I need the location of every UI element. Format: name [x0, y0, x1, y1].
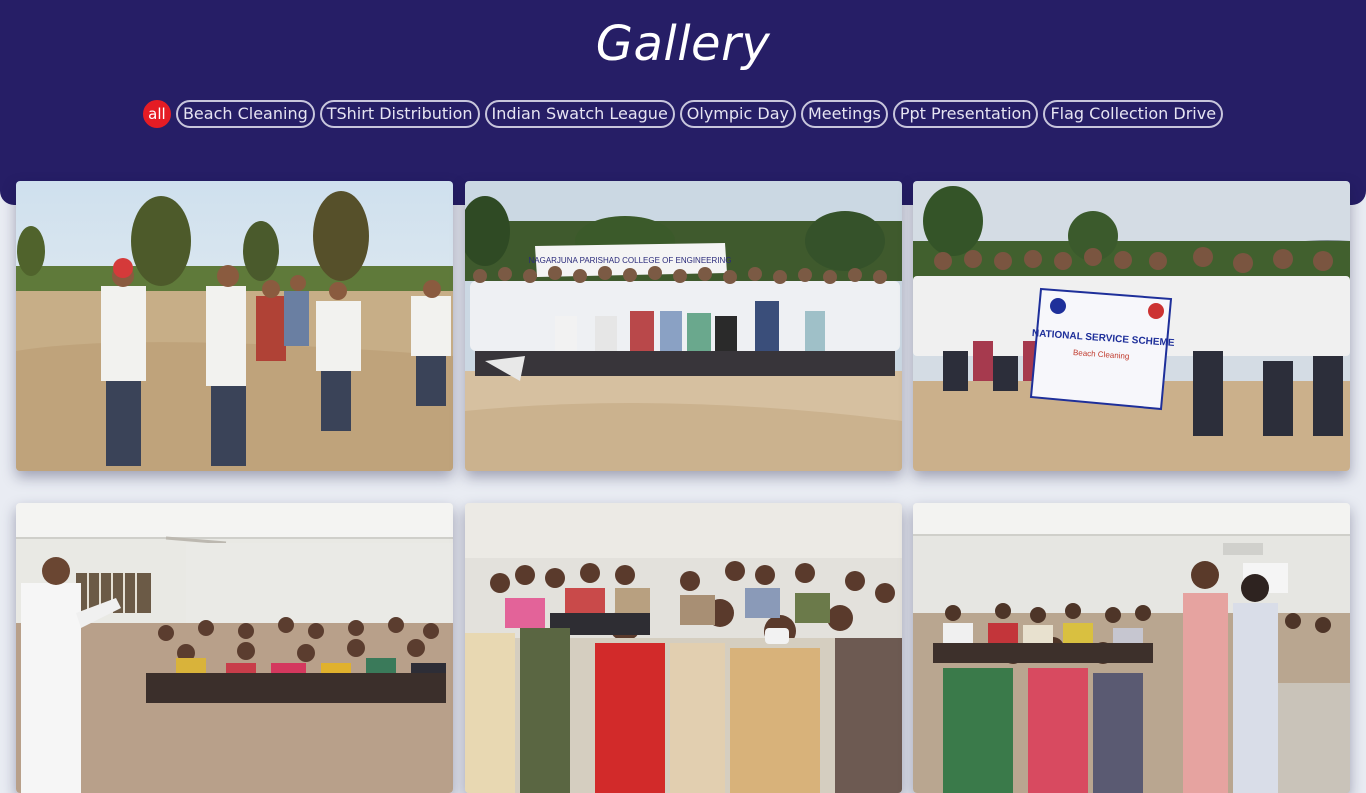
classroom-meeting-photo	[16, 503, 453, 793]
gallery-photo[interactable]	[16, 181, 453, 471]
filter-chip-indian-swatch-league[interactable]: Indian Swatch League	[484, 100, 675, 128]
banner-text: NAGARJUNA PARISHAD COLLEGE OF ENGINEERIN…	[528, 256, 731, 265]
gallery-header: Gallery all Beach Cleaning TShirt Distri…	[0, 0, 1366, 205]
students-seated-photo	[465, 503, 902, 793]
filter-chip-flag-collection-drive[interactable]: Flag Collection Drive	[1043, 100, 1224, 128]
gallery-photo[interactable]: NAGARJUNA PARISHAD COLLEGE OF ENGINEERIN…	[465, 181, 902, 471]
page-title: Gallery	[595, 16, 771, 72]
filter-chip-all[interactable]: all	[142, 100, 171, 128]
filter-chip-ppt-presentation[interactable]: Ppt Presentation	[892, 100, 1039, 128]
filter-chip-meetings[interactable]: Meetings	[800, 100, 888, 128]
filter-chip-beach-cleaning[interactable]: Beach Cleaning	[175, 100, 315, 128]
presentation-photo	[913, 503, 1350, 793]
filter-chip-tshirt-distribution[interactable]: TShirt Distribution	[319, 100, 480, 128]
filter-bar: all Beach Cleaning TShirt Distribution I…	[0, 100, 1366, 128]
nss-banner-photo: NATIONAL SERVICE SCHEME Beach Cleaning	[913, 181, 1350, 471]
gallery-photo[interactable]: NATIONAL SERVICE SCHEME Beach Cleaning	[913, 181, 1350, 471]
gallery-photo[interactable]	[913, 503, 1350, 793]
filter-chip-olympic-day[interactable]: Olympic Day	[679, 100, 796, 128]
gallery-photo[interactable]	[465, 503, 902, 793]
beach-cleaning-photo	[16, 181, 453, 471]
gallery-photo[interactable]	[16, 503, 453, 793]
beach-cleaning-group-photo: NAGARJUNA PARISHAD COLLEGE OF ENGINEERIN…	[465, 181, 902, 471]
